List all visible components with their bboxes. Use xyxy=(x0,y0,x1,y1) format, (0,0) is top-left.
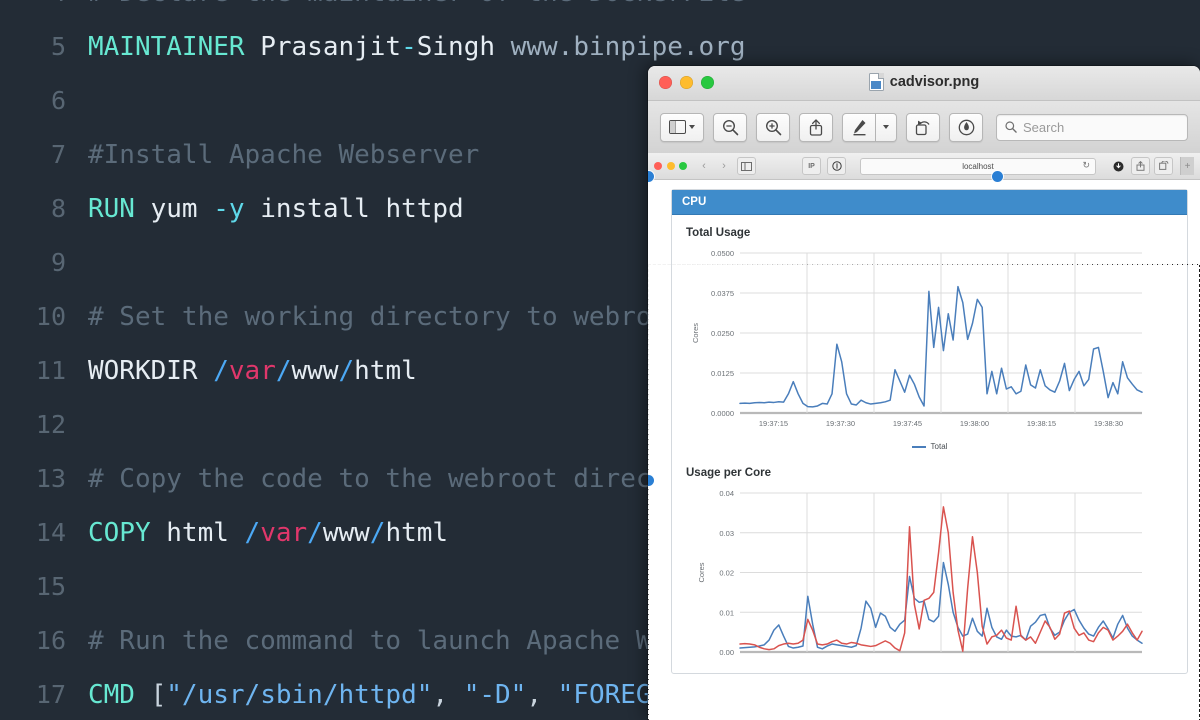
svg-text:0.02: 0.02 xyxy=(719,569,734,578)
reader-button: IP xyxy=(802,157,821,175)
search-icon xyxy=(1005,121,1017,133)
line-number: 5 xyxy=(50,32,66,61)
reload-icon: ↻ xyxy=(1082,159,1090,170)
window-titlebar[interactable]: cadvisor.png xyxy=(648,66,1200,101)
safari-right-buttons: + xyxy=(1110,157,1194,175)
cpu-card-header: CPU xyxy=(672,190,1187,215)
svg-text:19:38:15: 19:38:15 xyxy=(1027,419,1056,428)
info-icon xyxy=(827,157,846,175)
line-number: 13 xyxy=(35,464,66,493)
window-title-text: cadvisor.png xyxy=(889,74,980,90)
minimize-button xyxy=(666,162,675,170)
usage-per-core-chart: 0.04 0.03 0.02 0.01 0.00 Cores xyxy=(684,485,1175,665)
zoom-in-icon[interactable] xyxy=(756,112,790,142)
svg-text:0.04: 0.04 xyxy=(719,489,734,498)
line-number: 7 xyxy=(50,140,66,169)
line-number: 10 xyxy=(35,302,66,331)
line-number: 14 xyxy=(35,518,66,547)
line-number: 17 xyxy=(35,680,66,709)
usage-per-core-plot: 0.04 0.03 0.02 0.01 0.00 Cores xyxy=(697,489,1143,657)
svg-text:19:38:30: 19:38:30 xyxy=(1094,419,1123,428)
svg-text:19:37:15: 19:37:15 xyxy=(759,419,788,428)
back-button: ‹ xyxy=(702,160,706,172)
svg-text:0.0250: 0.0250 xyxy=(711,329,734,338)
markup-dropdown-chevron-down-icon[interactable] xyxy=(876,112,897,142)
markup-pen-icon[interactable] xyxy=(842,112,876,142)
line-number: 4 xyxy=(0,0,88,20)
address-bar-value: localhost xyxy=(962,161,994,171)
previewed-image[interactable]: ‹ › IP localhost ↻ + CPU Total Usage 0.0… xyxy=(648,153,1200,720)
total-usage-legend: Total xyxy=(684,442,1175,451)
svg-text:0.01: 0.01 xyxy=(719,608,734,617)
cadvisor-page: CPU Total Usage 0.0500 0.0375 0.0250 0.0125… xyxy=(648,180,1200,720)
markup-tool-group[interactable] xyxy=(842,112,897,142)
svg-text:19:37:30: 19:37:30 xyxy=(826,419,855,428)
line-number: 15 xyxy=(35,572,66,601)
captured-safari-toolbar: ‹ › IP localhost ↻ + xyxy=(648,153,1200,180)
chevron-down-icon xyxy=(689,125,695,129)
line-number: 6 xyxy=(50,86,66,115)
usage-per-core-title: Usage per Core xyxy=(686,467,772,479)
address-bar: localhost ↻ xyxy=(860,157,1096,175)
search-placeholder: Search xyxy=(1023,119,1065,135)
search-input[interactable]: Search xyxy=(996,113,1188,141)
line-number: 8 xyxy=(50,194,66,223)
total-usage-title: Total Usage xyxy=(686,227,751,239)
rotate-left-icon[interactable] xyxy=(906,112,940,142)
legend-label-total: Total xyxy=(930,442,948,451)
svg-text:19:37:45: 19:37:45 xyxy=(893,419,922,428)
line-number: 9 xyxy=(50,248,66,277)
zoom-out-icon[interactable] xyxy=(713,112,747,142)
line-number: 11 xyxy=(35,356,66,385)
line-number: 16 xyxy=(35,626,66,655)
zoom-button xyxy=(679,162,687,170)
total-usage-plot: 0.0500 0.0375 0.0250 0.0125 0.0000 19:37:15 19… xyxy=(691,249,1143,428)
preview-toolbar[interactable]: Search xyxy=(648,101,1200,154)
svg-text:0.0500: 0.0500 xyxy=(711,249,734,258)
legend-swatch-total xyxy=(911,445,926,448)
forward-button: › xyxy=(722,160,726,172)
line-number: 12 xyxy=(35,410,66,439)
svg-text:0.0125: 0.0125 xyxy=(711,369,734,378)
code-line: 4# Declare the maintainer of the DockerF… xyxy=(0,0,1200,20)
svg-text:Cores: Cores xyxy=(691,323,700,343)
svg-text:0.0375: 0.0375 xyxy=(711,289,734,298)
chevron-down-icon xyxy=(883,125,889,129)
cpu-card-body: Total Usage 0.0500 0.0375 0.0250 0.0125 0.00… xyxy=(672,215,1187,673)
sidebar-view-icon[interactable] xyxy=(660,112,704,142)
image-document-icon xyxy=(868,73,884,91)
svg-text:0.03: 0.03 xyxy=(719,529,734,538)
svg-text:0.00: 0.00 xyxy=(719,648,734,657)
share-icon xyxy=(1131,157,1150,175)
total-usage-chart: 0.0500 0.0375 0.0250 0.0125 0.0000 19:37:15 19… xyxy=(684,245,1175,451)
preview-window[interactable]: cadvisor.png Search ‹ › IP localhost ↻ +… xyxy=(648,66,1200,720)
tabs-icon xyxy=(1154,157,1173,175)
svg-text:0.0000: 0.0000 xyxy=(711,409,734,418)
captured-traffic-lights xyxy=(654,162,687,170)
line-content: # Declare the maintainer of the DockerFi… xyxy=(88,0,1200,20)
download-icon xyxy=(1110,158,1127,174)
svg-text:Cores: Cores xyxy=(697,562,706,582)
highlight-icon[interactable] xyxy=(949,112,983,142)
close-button xyxy=(654,162,662,170)
share-icon[interactable] xyxy=(799,112,833,142)
handle-top-center[interactable] xyxy=(992,171,1003,182)
new-tab-button: + xyxy=(1180,157,1194,175)
svg-text:19:38:00: 19:38:00 xyxy=(960,419,989,428)
cpu-card: CPU Total Usage 0.0500 0.0375 0.0250 0.0125… xyxy=(671,189,1188,674)
sidebar-icon xyxy=(737,157,756,175)
window-title: cadvisor.png xyxy=(648,73,1200,91)
